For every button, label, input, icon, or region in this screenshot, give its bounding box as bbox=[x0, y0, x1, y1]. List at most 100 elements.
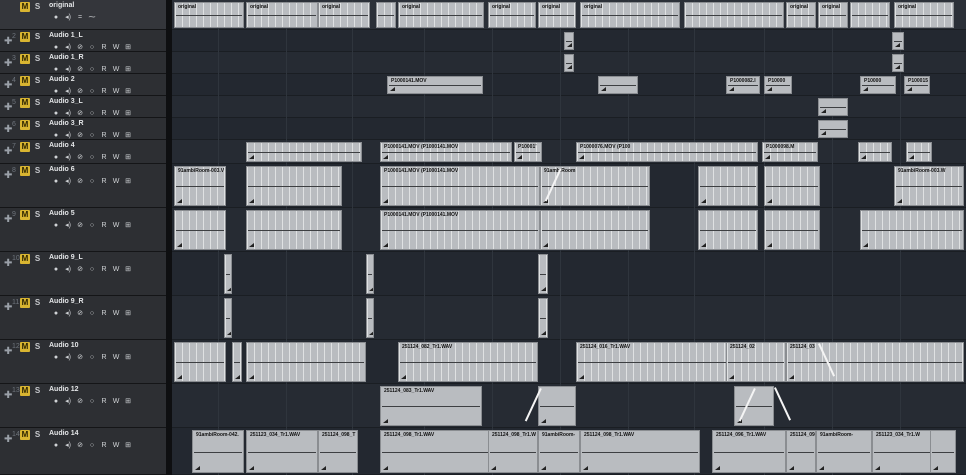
track-header[interactable]: ✚ 12 M S Audio 10 ● ◂) ⊘ ○ R W ⊞ bbox=[0, 340, 166, 384]
track-control-6-icon[interactable]: ⊞ bbox=[122, 221, 134, 230]
audio-clip[interactable] bbox=[366, 298, 374, 338]
clip-handle-icon[interactable] bbox=[909, 155, 914, 159]
track-name[interactable]: Audio 1_L bbox=[49, 32, 83, 39]
solo-button[interactable]: S bbox=[33, 342, 42, 352]
track-control-5-icon[interactable]: W bbox=[110, 353, 122, 362]
track-name[interactable]: Audio 6 bbox=[49, 166, 75, 173]
mute-button[interactable]: M bbox=[20, 76, 30, 86]
clip-handle-icon[interactable] bbox=[227, 287, 231, 291]
clip-handle-icon[interactable] bbox=[583, 466, 588, 470]
track-control-4-icon[interactable]: R bbox=[98, 265, 110, 274]
clip-handle-icon[interactable] bbox=[541, 419, 546, 423]
audio-clip[interactable]: 91ambiRoom- bbox=[538, 430, 580, 473]
audio-clip[interactable] bbox=[860, 210, 964, 250]
audio-clip[interactable]: 251124_03 bbox=[786, 342, 964, 382]
clip-handle-icon[interactable] bbox=[789, 466, 794, 470]
track-control-4-icon[interactable]: R bbox=[98, 177, 110, 186]
audio-clip[interactable]: 251124_098_Tr1.WAV bbox=[380, 430, 490, 473]
track-control-1-icon[interactable]: ◂) bbox=[62, 43, 74, 52]
track-header[interactable]: ✚ 9 M S Audio 5 ● ◂) ⊘ ○ R W ⊞ bbox=[0, 208, 166, 252]
clip-handle-icon[interactable] bbox=[821, 131, 826, 135]
solo-button[interactable]: S bbox=[33, 166, 42, 176]
track-control-0-icon[interactable]: ● bbox=[50, 65, 62, 74]
audio-clip[interactable] bbox=[246, 342, 366, 382]
track-control-6-icon[interactable]: ⊞ bbox=[122, 109, 134, 118]
clip-handle-icon[interactable] bbox=[383, 466, 388, 470]
track-name[interactable]: Audio 3_R bbox=[49, 120, 84, 127]
audio-clip[interactable] bbox=[818, 98, 848, 116]
audio-clip[interactable]: P10000 bbox=[764, 76, 792, 94]
track-control-2-icon[interactable]: ⊘ bbox=[74, 87, 86, 96]
audio-clip[interactable]: 251123_034_Tr1.W bbox=[872, 430, 932, 473]
audio-clip[interactable] bbox=[224, 254, 232, 294]
audio-clip[interactable]: 251124_082_Tr1.WAV bbox=[398, 342, 538, 382]
track-header[interactable]: ✚ 8 M S Audio 6 ● ◂) ⊘ ○ R W ⊞ bbox=[0, 164, 166, 208]
track-name[interactable]: original bbox=[49, 2, 74, 9]
mute-button[interactable]: M bbox=[20, 142, 30, 152]
clip-handle-icon[interactable] bbox=[897, 199, 902, 203]
track-control-2-icon[interactable]: ⊘ bbox=[74, 397, 86, 406]
audio-clip[interactable]: P1000082.I bbox=[726, 76, 760, 94]
arrangement-lane[interactable]: original original original original original… bbox=[172, 0, 966, 475]
audio-clip[interactable] bbox=[684, 2, 784, 28]
clip-handle-icon[interactable] bbox=[767, 87, 772, 91]
audio-clip[interactable] bbox=[698, 210, 758, 250]
audio-clip[interactable]: original bbox=[538, 2, 576, 28]
solo-button[interactable]: S bbox=[33, 298, 42, 308]
track-header[interactable]: ✚ 13 M S Audio 12 ● ◂) ⊘ ○ R W ⊞ bbox=[0, 384, 166, 428]
clip-handle-icon[interactable] bbox=[907, 87, 912, 91]
clip-handle-icon[interactable] bbox=[369, 287, 373, 291]
mute-button[interactable]: M bbox=[20, 298, 30, 308]
track-control-0-icon[interactable]: ● bbox=[50, 441, 62, 450]
clip-handle-icon[interactable] bbox=[715, 466, 720, 470]
track-control-2-icon[interactable]: ⊘ bbox=[74, 65, 86, 74]
solo-button[interactable]: S bbox=[33, 430, 42, 440]
track-control-5-icon[interactable]: W bbox=[110, 43, 122, 52]
track-name[interactable]: Audio 9_R bbox=[49, 298, 84, 305]
track-name[interactable]: Audio 5 bbox=[49, 210, 75, 217]
audio-clip[interactable] bbox=[764, 210, 820, 250]
clip-handle-icon[interactable] bbox=[567, 65, 572, 69]
track-control-4-icon[interactable]: R bbox=[98, 221, 110, 230]
track-control-5-icon[interactable]: W bbox=[110, 109, 122, 118]
track-header[interactable]: ✚ 4 M S Audio 2 ● ◂) ⊘ ○ R W ⊞ bbox=[0, 74, 166, 96]
track-control-0-icon[interactable]: ● bbox=[50, 131, 62, 140]
clip-handle-icon[interactable] bbox=[601, 87, 606, 91]
track-control-2-icon[interactable]: ⊘ bbox=[74, 221, 86, 230]
track-header[interactable]: ✚ 7 M S Audio 4 ● ◂) ⊘ ○ R W ⊞ bbox=[0, 140, 166, 164]
track-control-2-icon[interactable]: ⊘ bbox=[74, 43, 86, 52]
track-name[interactable]: Audio 12 bbox=[49, 386, 79, 393]
clip-handle-icon[interactable] bbox=[579, 375, 584, 379]
track-header[interactable]: ✚ 10 M S Audio 9_L ● ◂) ⊘ ○ R W ⊞ bbox=[0, 252, 166, 296]
audio-clip[interactable]: 251124_098 bbox=[786, 430, 816, 473]
clip-handle-icon[interactable] bbox=[875, 466, 880, 470]
audio-clip[interactable]: P1000076.MOV (P100 bbox=[576, 142, 758, 162]
clip-handle-icon[interactable] bbox=[579, 155, 584, 159]
clip-handle-icon[interactable] bbox=[195, 466, 200, 470]
track-header[interactable]: ✚ 3 M S Audio 1_R ● ◂) ⊘ ○ R W ⊞ bbox=[0, 52, 166, 74]
track-control-5-icon[interactable]: W bbox=[110, 153, 122, 162]
track-control-4-icon[interactable]: R bbox=[98, 65, 110, 74]
track-control-5-icon[interactable]: W bbox=[110, 397, 122, 406]
audio-clip[interactable] bbox=[906, 142, 932, 162]
track-name[interactable]: Audio 1_R bbox=[49, 54, 84, 61]
clip-handle-icon[interactable] bbox=[177, 199, 182, 203]
track-header[interactable]: ✚ 5 M S Audio 3_L ● ◂) ⊘ ○ R W ⊞ bbox=[0, 96, 166, 118]
track-control-1-icon[interactable]: ◂) bbox=[62, 65, 74, 74]
track-control-3-icon[interactable]: ○ bbox=[86, 65, 98, 74]
clip-handle-icon[interactable] bbox=[541, 466, 546, 470]
track-control-0-icon[interactable]: ● bbox=[50, 309, 62, 318]
audio-clip[interactable]: P1000098.M bbox=[762, 142, 818, 162]
track-control-4-icon[interactable]: R bbox=[98, 153, 110, 162]
track-control-6-icon[interactable]: ⊞ bbox=[122, 177, 134, 186]
clip-handle-icon[interactable] bbox=[369, 331, 373, 335]
track-control-4-icon[interactable]: R bbox=[98, 441, 110, 450]
track-control-1-icon[interactable]: ◂) bbox=[62, 109, 74, 118]
mute-button[interactable]: M bbox=[20, 32, 30, 42]
solo-button[interactable]: S bbox=[33, 2, 42, 12]
audio-clip[interactable] bbox=[698, 166, 758, 206]
track-control-6-icon[interactable]: ⊞ bbox=[122, 87, 134, 96]
audio-clip[interactable]: P1000141.MOV (P1000141.MOV bbox=[380, 142, 512, 162]
track-control-2-icon[interactable]: ⊘ bbox=[74, 153, 86, 162]
audio-clip[interactable]: 251124_098_Tr1.WAV bbox=[580, 430, 700, 473]
